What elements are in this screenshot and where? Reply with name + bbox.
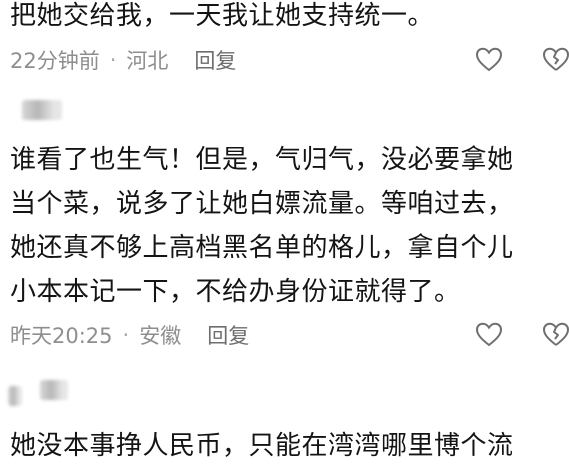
like-heart-icon[interactable] bbox=[474, 320, 504, 350]
reply-button[interactable]: 回复 bbox=[194, 45, 236, 75]
dislike-broken-heart-icon[interactable] bbox=[541, 320, 569, 350]
comment-line: 小本本记一下，不给办身份证就得了。 bbox=[10, 277, 461, 307]
like-heart-icon[interactable] bbox=[474, 45, 504, 75]
comment-line: 她还真不够上高档黑名单的格儿，拿自个儿 bbox=[10, 233, 514, 263]
meta-separator: · bbox=[109, 48, 117, 72]
comment-meta: 昨天20:25 · 安徽 回复 bbox=[10, 320, 249, 350]
meta-separator: · bbox=[122, 323, 130, 347]
blurred-username bbox=[22, 100, 62, 120]
comment-text: 她没本事挣人民币，只能在湾湾哪里博个流 bbox=[10, 424, 565, 468]
reply-button[interactable]: 回复 bbox=[207, 320, 249, 350]
blurred-username bbox=[8, 386, 22, 406]
comment-meta: 22分钟前 · 河北 回复 bbox=[10, 45, 236, 75]
comment-line: 谁看了也生气！但是，气归气，没必要拿她 bbox=[10, 145, 514, 175]
comment-location: 河北 bbox=[126, 49, 169, 73]
comment-time: 22分钟前 bbox=[10, 49, 100, 73]
comment-time: 昨天20:25 bbox=[10, 324, 113, 348]
comment-line: 当个菜，说多了让她白嫖流量。等咱过去， bbox=[10, 189, 514, 219]
comment-line: 把她交给我，一天我让她支持统一。 bbox=[10, 1, 435, 31]
blurred-username bbox=[40, 380, 68, 400]
comment-line: 她没本事挣人民币，只能在湾湾哪里博个流 bbox=[10, 431, 514, 461]
comment-feed: 把她交给我，一天我让她支持统一。 22分钟前 · 河北 回复 谁看了也生气！但是… bbox=[0, 0, 569, 471]
comment-text: 把她交给我，一天我让她支持统一。 bbox=[10, 0, 565, 38]
dislike-broken-heart-icon[interactable] bbox=[541, 45, 569, 75]
comment-text: 谁看了也生气！但是，气归气，没必要拿她 当个菜，说多了让她白嫖流量。等咱过去， … bbox=[10, 138, 565, 314]
comment-location: 安徽 bbox=[139, 324, 182, 348]
